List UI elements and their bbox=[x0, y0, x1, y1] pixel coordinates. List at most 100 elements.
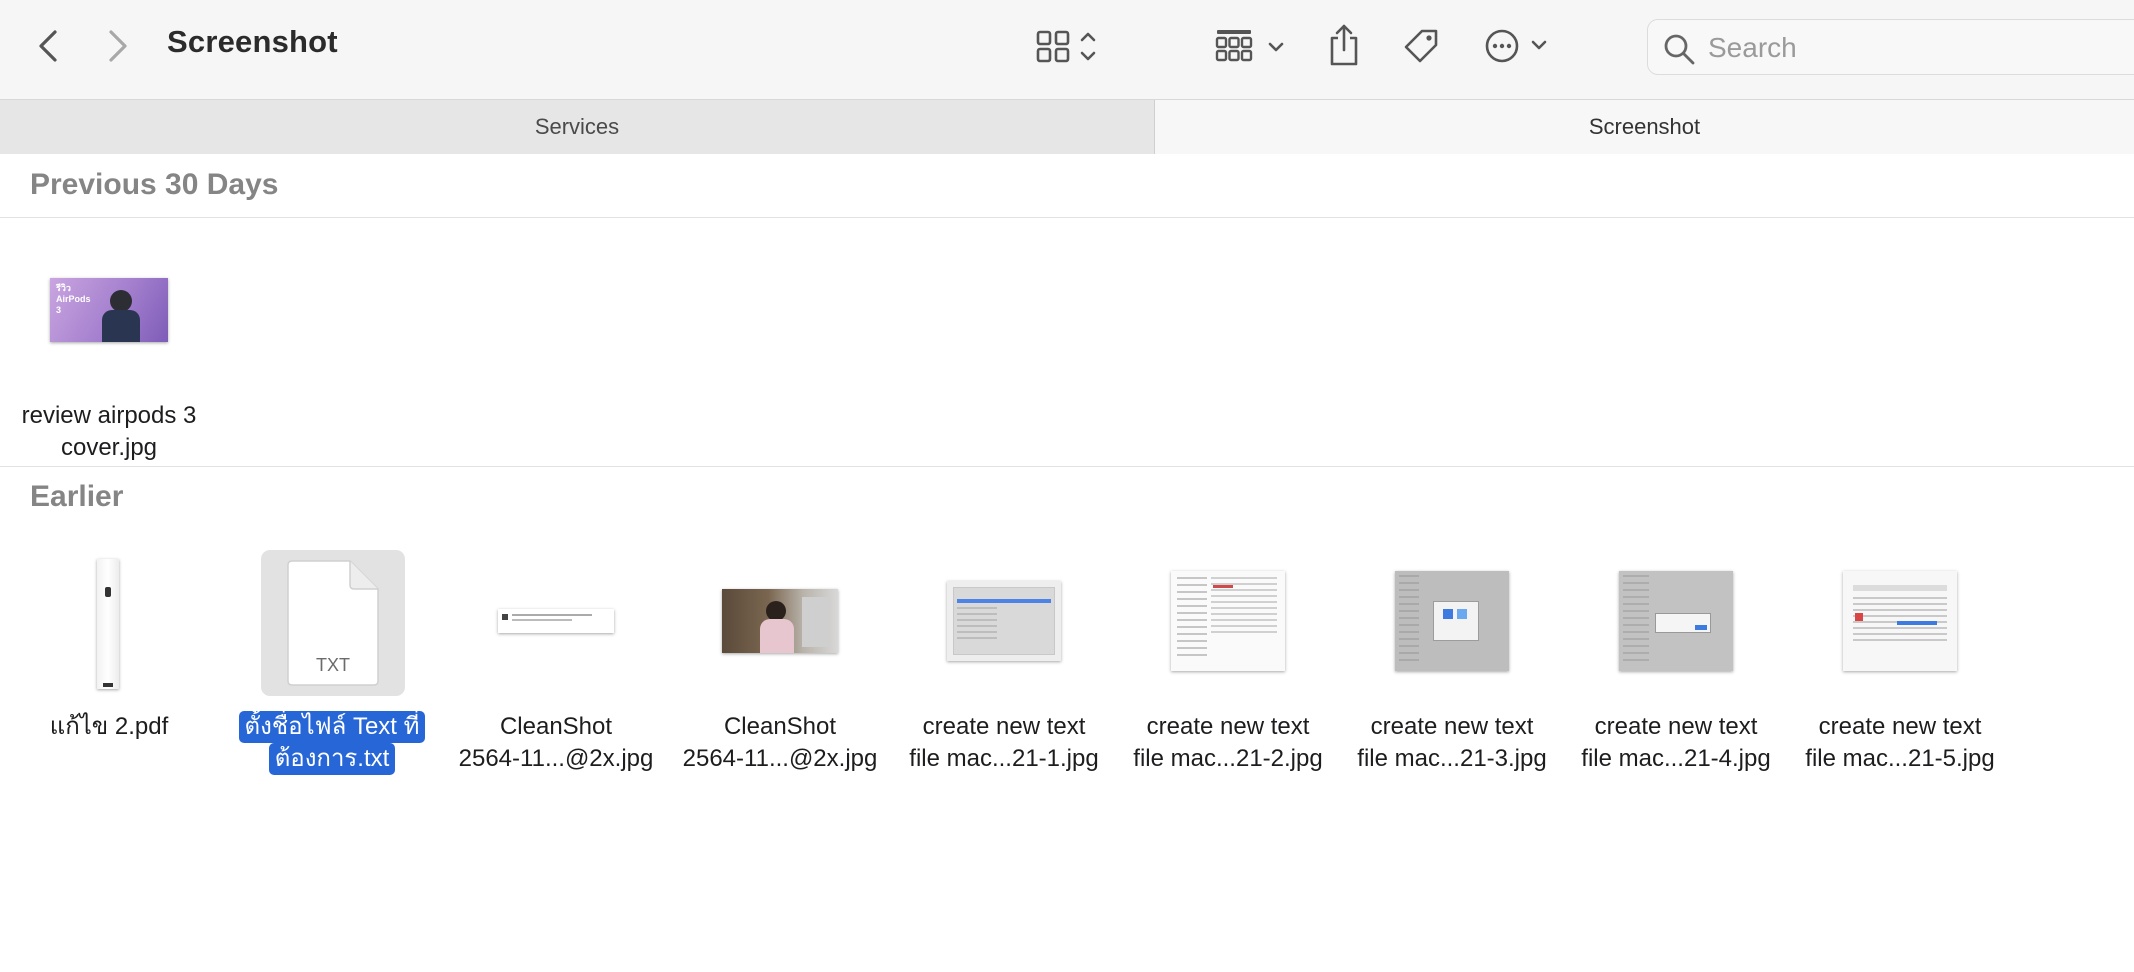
file-name-line-1: CleanShot bbox=[723, 713, 837, 740]
pdf-thumbnail bbox=[97, 559, 119, 689]
file-item-create-text-3[interactable]: create new text file mac...21-3.jpg bbox=[1341, 551, 1563, 775]
search-input[interactable] bbox=[1708, 28, 2128, 68]
file-name: CleanShot 2564-11...@2x.jpg bbox=[445, 711, 667, 775]
window-title: Screenshot bbox=[167, 24, 338, 59]
pdf-mark bbox=[105, 587, 111, 597]
ellipsis-circle-icon bbox=[1485, 29, 1547, 63]
file-thumbnail bbox=[669, 551, 891, 701]
file-name-line-1: แก้ไข 2.pdf bbox=[49, 713, 169, 740]
toolbar: Screenshot bbox=[0, 0, 2134, 99]
file-item-create-text-1[interactable]: create new text file mac...21-1.jpg bbox=[893, 551, 1115, 775]
image-thumbnail bbox=[1171, 571, 1285, 671]
thumb-mark bbox=[1853, 597, 1947, 641]
file-thumbnail bbox=[1565, 551, 1787, 701]
file-name-line-2: 2564-11...@2x.jpg bbox=[682, 745, 878, 772]
section-divider bbox=[0, 466, 2134, 467]
thumb-mark bbox=[1213, 585, 1233, 588]
share-icon bbox=[1330, 24, 1358, 66]
thumb-mark bbox=[1177, 577, 1207, 657]
tag-button[interactable] bbox=[1398, 24, 1444, 68]
file-item-create-text-2[interactable]: create new text file mac...21-2.jpg bbox=[1117, 551, 1339, 775]
thumb-mark bbox=[1443, 609, 1453, 619]
forward-button[interactable] bbox=[98, 24, 138, 68]
thumb-mark bbox=[1695, 625, 1707, 630]
file-name: CleanShot 2564-11...@2x.jpg bbox=[669, 711, 891, 775]
share-button[interactable] bbox=[1322, 20, 1366, 70]
file-name-line-2: ต้องการ.txt bbox=[268, 743, 396, 775]
file-name: create new text file mac...21-4.jpg bbox=[1565, 711, 1787, 775]
file-name-line-1: ตั้งชื่อไฟล์ Text ที่ bbox=[238, 711, 426, 743]
file-name: create new text file mac...21-5.jpg bbox=[1789, 711, 2011, 775]
person-figure bbox=[110, 290, 132, 312]
file-thumbnail bbox=[0, 551, 220, 701]
file-name: ตั้งชื่อไฟล์ Text ที่ ต้องการ.txt bbox=[221, 711, 443, 775]
group-button[interactable] bbox=[1214, 24, 1290, 68]
tag-icon bbox=[1404, 29, 1438, 63]
file-name-line-2: file mac...21-2.jpg bbox=[1133, 745, 1323, 772]
thumb-mark bbox=[1853, 585, 1947, 591]
file-name: create new text file mac...21-1.jpg bbox=[893, 711, 1115, 775]
thumb-mark bbox=[502, 614, 508, 620]
file-item-create-text-5[interactable]: create new text file mac...21-5.jpg bbox=[1789, 551, 2011, 775]
file-thumbnail bbox=[1341, 551, 1563, 701]
person-body bbox=[760, 619, 794, 653]
file-item-txt-selected[interactable]: TXT ตั้งชื่อไฟล์ Text ที่ ต้องการ.txt bbox=[221, 550, 443, 775]
file-name: review airpods 3 cover.jpg bbox=[0, 400, 220, 464]
thumb-mark bbox=[802, 597, 830, 647]
search-field[interactable] bbox=[1647, 19, 2134, 75]
file-thumbnail bbox=[445, 551, 667, 701]
image-thumbnail bbox=[498, 609, 614, 633]
thumb-mark bbox=[1457, 609, 1467, 619]
pdf-mark bbox=[103, 683, 113, 687]
file-name-line-2: file mac...21-3.jpg bbox=[1357, 745, 1547, 772]
thumb-mark bbox=[1855, 613, 1863, 621]
file-name-line-2: file mac...21-4.jpg bbox=[1581, 745, 1771, 772]
image-thumbnail bbox=[722, 589, 838, 653]
file-name: แก้ไข 2.pdf bbox=[0, 711, 220, 743]
file-item-review-airpods[interactable]: รีวิว AirPods 3 review airpods 3 cover.j… bbox=[0, 240, 220, 464]
file-thumbnail bbox=[1117, 551, 1339, 701]
group-grid-icon bbox=[1215, 30, 1284, 62]
thumb-mark bbox=[1623, 575, 1649, 665]
file-item-cleanshot-2[interactable]: CleanShot 2564-11...@2x.jpg bbox=[669, 551, 891, 775]
section-divider bbox=[0, 217, 2134, 218]
file-name-line-1: create new text bbox=[1370, 713, 1534, 740]
person-figure bbox=[766, 601, 786, 621]
thumb-mark bbox=[512, 614, 592, 616]
search-icon bbox=[1664, 34, 1695, 65]
file-thumbnail bbox=[893, 551, 1115, 701]
thumb-mark bbox=[1897, 621, 1937, 625]
thumb-mark bbox=[957, 607, 997, 643]
file-name-line-2: file mac...21-5.jpg bbox=[1805, 745, 1995, 772]
tab-services[interactable]: Services bbox=[0, 100, 1155, 154]
view-mode-button[interactable] bbox=[1035, 24, 1105, 68]
chevron-right-icon bbox=[109, 30, 127, 62]
back-button[interactable] bbox=[28, 24, 68, 68]
section-header-previous-30-days: Previous 30 Days bbox=[30, 168, 279, 201]
image-thumbnail bbox=[1619, 571, 1733, 671]
file-name: create new text file mac...21-2.jpg bbox=[1117, 711, 1339, 775]
more-actions-button[interactable] bbox=[1482, 24, 1554, 68]
file-item-pdf[interactable]: แก้ไข 2.pdf bbox=[0, 551, 220, 743]
file-item-create-text-4[interactable]: create new text file mac...21-4.jpg bbox=[1565, 551, 1787, 775]
file-name-line-1: review airpods 3 bbox=[21, 402, 197, 429]
file-thumbnail: รีวิว AirPods 3 bbox=[0, 240, 220, 390]
thumb-mark bbox=[1399, 575, 1419, 665]
file-name-line-1: create new text bbox=[1594, 713, 1758, 740]
tab-screenshot[interactable]: Screenshot bbox=[1155, 100, 2134, 154]
file-name-line-1: CleanShot bbox=[499, 713, 613, 740]
icon-view-icon bbox=[1036, 30, 1096, 63]
file-name-line-1: create new text bbox=[1146, 713, 1310, 740]
file-name-line-2: file mac...21-1.jpg bbox=[909, 745, 1099, 772]
file-name-line-2: 2564-11...@2x.jpg bbox=[458, 745, 654, 772]
file-name: create new text file mac...21-3.jpg bbox=[1341, 711, 1563, 775]
file-name-line-2: cover.jpg bbox=[60, 434, 158, 461]
tab-bar: Services Screenshot bbox=[0, 99, 2134, 154]
file-name-line-1: create new text bbox=[1818, 713, 1982, 740]
thumb-mark bbox=[957, 599, 1051, 603]
thumb-mark bbox=[512, 619, 572, 621]
thumb-mark bbox=[1655, 613, 1711, 633]
file-item-cleanshot-1[interactable]: CleanShot 2564-11...@2x.jpg bbox=[445, 551, 667, 775]
image-thumbnail bbox=[1395, 571, 1509, 671]
thumbnail-caption: รีวิว AirPods 3 bbox=[56, 283, 91, 315]
